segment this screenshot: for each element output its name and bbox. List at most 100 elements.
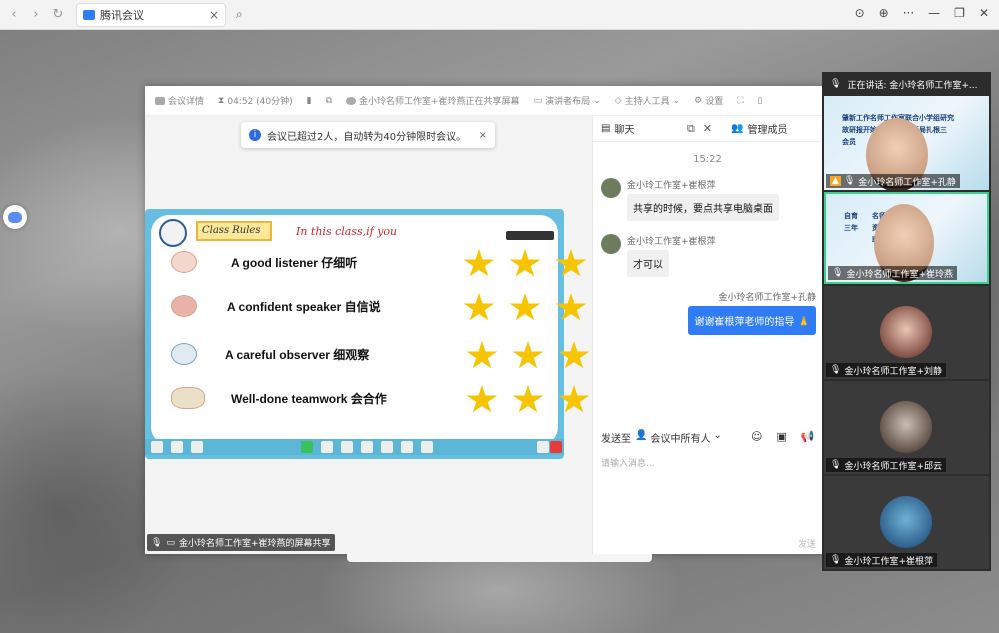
speaking-text: 正在讲话: 金小玲名师工作室+... xyxy=(847,80,978,91)
popout-icon[interactable]: ⧉ xyxy=(687,122,695,136)
tab-members[interactable]: 👥 管理成员 xyxy=(731,121,787,136)
pointer-icon[interactable] xyxy=(301,441,313,453)
star-icon xyxy=(512,341,544,369)
send-to-label: 发送至 xyxy=(601,434,631,445)
chat-panel: ▤ 聊天 ⧉ ✕ 👥 管理成员 15:22 金小玲工作室+崔根萍 共享的时候，要点共享电… xyxy=(592,116,822,554)
tencent-meeting-icon xyxy=(83,9,95,20)
announce-icon[interactable]: 📢 xyxy=(801,430,815,443)
fullscreen-icon[interactable]: ⛶ xyxy=(737,96,743,106)
participant-avatar xyxy=(880,401,932,453)
message-input[interactable]: 请输入消息... xyxy=(601,456,655,469)
eraser-icon[interactable] xyxy=(341,441,353,453)
share-external-icon[interactable]: ⧉ xyxy=(326,96,332,106)
participant-label: ▲ 🎙 金小玲名师工作室+孔静 xyxy=(826,174,960,188)
rule-text: A confident speaker 自信说 xyxy=(227,299,381,314)
notice-text: 会议已超过2人，自动转为40分钟限时会议。 xyxy=(267,131,467,143)
message-sender: 金小玲工作室+崔根萍 xyxy=(627,237,716,247)
rule-row: A careful observer 细观察 xyxy=(171,339,590,369)
ear-icon xyxy=(171,251,197,273)
star-icon xyxy=(466,385,498,413)
forward-icon[interactable]: › xyxy=(28,7,44,22)
whiteboard-icon[interactable] xyxy=(421,441,433,453)
video-tile[interactable]: 🎙 金小玲工作室+崔根萍 xyxy=(824,476,989,569)
rule-text: Well-done teamwork 会合作 xyxy=(231,391,387,406)
search-icon[interactable]: ⌕ xyxy=(236,7,243,22)
menu-icon[interactable] xyxy=(151,441,163,453)
star-rating xyxy=(466,385,590,415)
resources-icon[interactable] xyxy=(401,441,413,453)
layout-icon: ▭ xyxy=(533,95,543,106)
video-tile[interactable]: 🎙 金小玲名师工作室+邱云 xyxy=(824,381,989,474)
signal-icon: ▮ xyxy=(306,95,312,106)
shield-icon: ◇ xyxy=(614,95,622,106)
send-button[interactable]: 发送 xyxy=(798,537,816,550)
person-icon: 👤 xyxy=(635,430,648,441)
next-page-icon[interactable] xyxy=(550,441,562,453)
close-notice-icon[interactable]: × xyxy=(479,130,487,141)
restore-icon[interactable]: ❐ xyxy=(954,6,965,20)
close-chat-icon[interactable]: ✕ xyxy=(703,122,712,136)
video-tile[interactable]: 自育 名师工作室三年 资源开发团队 联合 🎙金小玲名师工作室+崔玲燕 xyxy=(824,192,989,284)
send-to-select[interactable]: 👤 会议中所有人 ⌄ xyxy=(635,430,722,445)
back-icon[interactable]: ‹ xyxy=(6,7,22,22)
star-icon xyxy=(509,249,541,277)
my-message: 金小玲名师工作室+孔静 谢谢崔根萍老师的指导 🙏 xyxy=(688,290,816,335)
layout-button[interactable]: ▭ 演讲者布局 ⌄ xyxy=(533,94,601,108)
shared-slide: Class Rules In this class,if you A good … xyxy=(145,209,590,459)
limit-notice: i 会议已超过2人，自动转为40分钟限时会议。 × xyxy=(241,122,495,148)
speaking-indicator: 🎙 正在讲话: 金小玲名师工作室+... xyxy=(822,72,991,96)
star-icon xyxy=(555,293,587,321)
participant-label: 🎙 金小玲名师工作室+刘静 xyxy=(826,363,946,377)
gear-icon: ⚙ xyxy=(694,95,703,106)
participant-name: 金小玲名师工作室+刘静 xyxy=(844,366,942,377)
browser-tab[interactable]: 腾讯会议 × xyxy=(76,2,226,27)
emoji-icon[interactable]: ☺ xyxy=(751,430,762,443)
tab-chat-label: 聊天 xyxy=(614,125,635,136)
star-icon xyxy=(555,249,587,277)
avatar xyxy=(601,178,621,198)
close-window-icon[interactable]: ✕ xyxy=(979,6,989,20)
share-label-text: 金小玲名师工作室+崔玲燕的屏幕共享 xyxy=(178,539,331,549)
participant-name: 金小玲名师工作室+孔静 xyxy=(858,177,956,188)
mouth-icon xyxy=(171,295,197,317)
sidebar-toggle-icon[interactable]: ▯ xyxy=(758,96,763,106)
video-gallery: 🎙 正在讲话: 金小玲名师工作室+... 肇新工作名师工作室联合小学组研究故研报开… xyxy=(822,72,991,571)
mic-icon: 🎙 xyxy=(830,79,842,89)
pen-icon[interactable] xyxy=(321,441,333,453)
mic-icon: 🎙 xyxy=(151,537,163,548)
avatar xyxy=(346,96,357,105)
assistant-bot-icon[interactable] xyxy=(3,205,27,229)
file-icon[interactable]: ▣ xyxy=(776,430,786,443)
star-icon xyxy=(558,385,590,413)
chat-icon: ▤ xyxy=(601,123,611,134)
prev-page-icon[interactable] xyxy=(537,441,549,453)
more-icon[interactable]: ··· xyxy=(903,6,914,20)
meeting-details-button[interactable]: 会议详情 xyxy=(155,94,204,107)
host-tools-button[interactable]: ◇ 主持人工具 ⌄ xyxy=(614,94,680,108)
thumbnails-icon[interactable] xyxy=(171,441,183,453)
star-rating xyxy=(466,341,590,371)
members-icon: 👥 xyxy=(731,123,744,134)
chat-timestamp: 15:22 xyxy=(693,154,722,165)
mic-muted-icon: 🎙 xyxy=(830,555,842,565)
download-icon[interactable]: ⊙ xyxy=(855,6,865,20)
close-tab-icon[interactable]: × xyxy=(209,8,219,22)
message-sender: 金小玲名师工作室+孔静 xyxy=(718,293,816,303)
participant-avatar xyxy=(880,496,932,548)
refresh-icon[interactable]: ↻ xyxy=(50,7,66,22)
mic-muted-icon: 🎙 xyxy=(830,460,842,470)
rule-row: A good listener 仔细听 xyxy=(171,247,587,277)
tools-icon[interactable] xyxy=(191,441,203,453)
undo-icon[interactable] xyxy=(361,441,373,453)
chevron-down-icon: ⌄ xyxy=(713,430,722,441)
hourglass-icon: ⧗ xyxy=(218,95,225,106)
settings-button[interactable]: ⚙ 设置 xyxy=(694,94,723,108)
info-icon: i xyxy=(249,129,261,141)
meeting-details-label: 会议详情 xyxy=(168,97,205,107)
participant-name: 金小玲名师工作室+崔玲燕 xyxy=(846,269,953,280)
video-tile[interactable]: 肇新工作名师工作室联合小学组研究故研报开始学以学思开新局扎根三会员 ▲🎙金小玲名… xyxy=(824,96,989,190)
video-tile[interactable]: 🎙 金小玲名师工作室+刘静 xyxy=(824,286,989,379)
clear-icon[interactable] xyxy=(381,441,393,453)
minimize-icon[interactable]: — xyxy=(928,6,940,20)
globe-icon[interactable]: ⊕ xyxy=(879,6,889,20)
